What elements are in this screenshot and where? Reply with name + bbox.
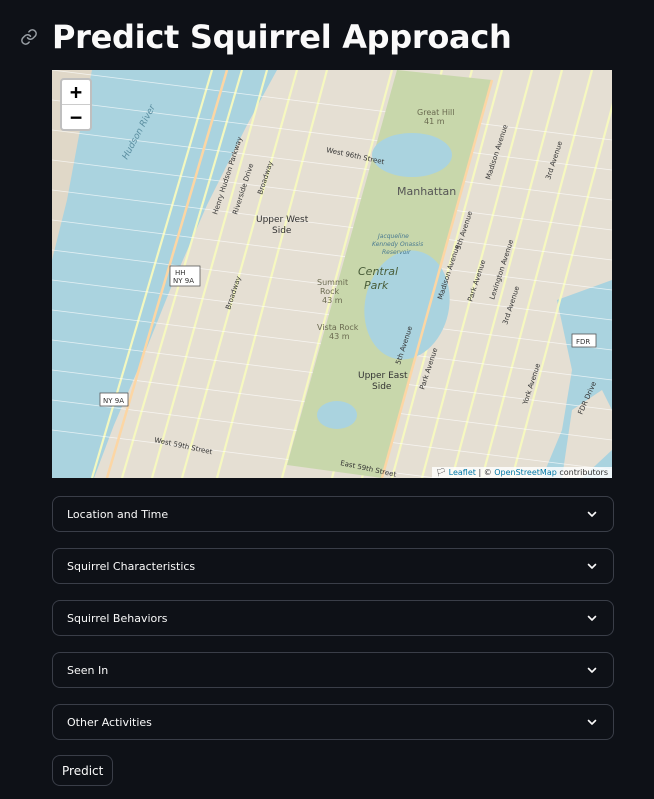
- chevron-down-icon: [585, 611, 599, 625]
- label-uws-2: Side: [272, 226, 292, 236]
- label-ues-2: Side: [372, 382, 392, 392]
- label-central-1: Central: [358, 265, 398, 278]
- map[interactable]: Manhattan Upper West Side Central Park S…: [52, 70, 612, 478]
- shield-ny9a-label: NY 9A: [173, 277, 194, 285]
- shield-ny9a2-label: NY 9A: [103, 397, 124, 405]
- map-tiles: Manhattan Upper West Side Central Park S…: [52, 70, 612, 478]
- label-ues-1: Upper East: [358, 371, 408, 381]
- label-reservoir-2: Kennedy Onassis: [372, 241, 423, 248]
- chevron-down-icon: [585, 559, 599, 573]
- chevron-down-icon: [585, 715, 599, 729]
- zoom-out-button[interactable]: −: [62, 104, 90, 129]
- chevron-down-icon: [585, 663, 599, 677]
- label-greathill-2: 41 m: [424, 117, 445, 126]
- leaflet-link[interactable]: Leaflet: [449, 468, 476, 477]
- zoom-control: + −: [60, 78, 92, 131]
- chevron-down-icon: [585, 507, 599, 521]
- harlem-meer: [372, 133, 452, 177]
- label-central-2: Park: [364, 279, 389, 292]
- label-reservoir-1: Jacqueline: [377, 233, 409, 240]
- label-vista-2: 43 m: [329, 332, 350, 341]
- osm-link[interactable]: OpenStreetMap: [494, 468, 557, 477]
- predict-button[interactable]: Predict: [52, 755, 114, 786]
- attribution-tail: contributors: [559, 468, 608, 477]
- expander-other-activities[interactable]: Other Activities: [52, 704, 614, 740]
- label-vista-1: Vista Rock: [317, 323, 359, 332]
- map-attribution: 🏳 Leaflet | © OpenStreetMap contributors: [431, 467, 612, 478]
- attribution-sep: | ©: [478, 468, 495, 477]
- expander-location-and-time[interactable]: Location and Time: [52, 496, 614, 532]
- label-reservoir-3: Reservoir: [382, 249, 411, 256]
- expander-list: Location and Time Squirrel Characteristi…: [52, 496, 614, 756]
- attribution-flag-icon: 🏳: [435, 468, 447, 477]
- label-uws-1: Upper West: [256, 215, 309, 225]
- label-summit-2: Rock: [320, 287, 339, 296]
- header: Predict Squirrel Approach: [14, 14, 512, 60]
- label-greathill-1: Great Hill: [417, 108, 455, 117]
- label-summit-3: 43 m: [322, 296, 343, 305]
- label-manhattan: Manhattan: [397, 185, 456, 198]
- the-lake: [317, 401, 357, 429]
- label-summit-1: Summit: [317, 278, 348, 287]
- expander-label: Squirrel Behaviors: [67, 611, 168, 625]
- expander-label: Squirrel Characteristics: [67, 559, 196, 573]
- expander-squirrel-behaviors[interactable]: Squirrel Behaviors: [52, 600, 614, 636]
- page-title: Predict Squirrel Approach: [52, 18, 512, 56]
- expander-label: Seen In: [67, 663, 109, 677]
- expander-squirrel-characteristics[interactable]: Squirrel Characteristics: [52, 548, 614, 584]
- expander-label: Other Activities: [67, 715, 152, 729]
- shield-fdr-label: FDR: [576, 338, 590, 346]
- zoom-in-button[interactable]: +: [62, 80, 90, 104]
- shield-hh-label: HH: [175, 269, 186, 277]
- expander-seen-in[interactable]: Seen In: [52, 652, 614, 688]
- link-icon[interactable]: [14, 22, 44, 52]
- expander-label: Location and Time: [67, 507, 169, 521]
